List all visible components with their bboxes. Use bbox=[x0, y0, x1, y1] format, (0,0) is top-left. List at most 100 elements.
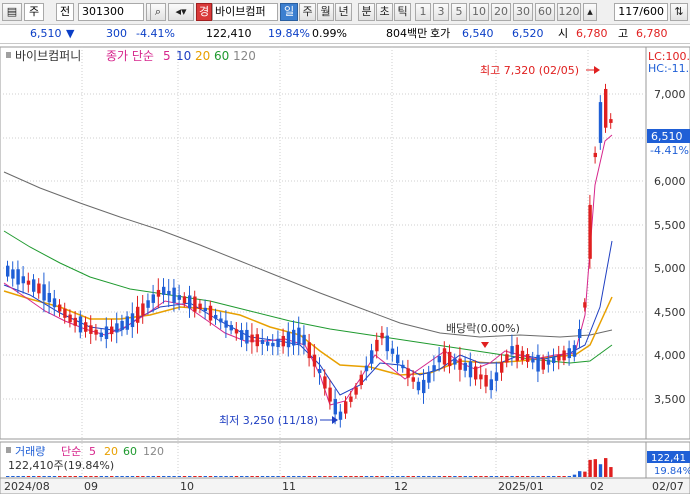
candle-body bbox=[26, 280, 31, 285]
candle-body bbox=[390, 348, 395, 354]
volume-bar bbox=[396, 476, 400, 477]
candle-body bbox=[260, 339, 265, 344]
x-tick: 12 bbox=[394, 480, 408, 493]
volume-legend-ma20: 20 bbox=[104, 445, 118, 458]
chart-svg[interactable]: 바이브컴퍼니 종가 단순 5 10 20 60 120 LC:100. HC:-… bbox=[0, 45, 690, 494]
volume-bar bbox=[229, 476, 233, 477]
interval-spin-icon[interactable]: ▴ bbox=[583, 3, 597, 21]
volume-bar bbox=[401, 476, 405, 477]
candle-body bbox=[396, 354, 400, 364]
interval-3-button[interactable]: 3 bbox=[433, 3, 449, 21]
candle-body bbox=[344, 401, 348, 414]
volume-bar bbox=[598, 464, 603, 477]
candle-body bbox=[531, 358, 535, 363]
panel-handle-icon[interactable] bbox=[6, 52, 11, 58]
market-type-select[interactable]: 주 bbox=[24, 3, 44, 21]
candle-body bbox=[526, 354, 530, 362]
interval-10-button[interactable]: 10 bbox=[469, 3, 489, 21]
volume-bar bbox=[552, 476, 556, 477]
period-day-button[interactable]: 일 bbox=[280, 3, 298, 21]
legend-stock-name: 바이브컴퍼니 bbox=[15, 49, 81, 63]
price-axis bbox=[645, 46, 690, 440]
interval-120-button[interactable]: 120 bbox=[557, 3, 581, 21]
candle-body bbox=[380, 332, 384, 339]
candle-body bbox=[489, 379, 493, 391]
y-tick: 3,500 bbox=[654, 393, 686, 406]
volume-bar bbox=[214, 476, 218, 477]
date-axis bbox=[0, 477, 690, 494]
volume-bar bbox=[526, 476, 530, 477]
y-tick: 4,500 bbox=[654, 306, 686, 319]
interval-5-button[interactable]: 5 bbox=[451, 3, 467, 21]
volume-bar bbox=[99, 476, 103, 477]
volume-bar bbox=[318, 476, 322, 477]
data-count-input[interactable]: 117/600 bbox=[614, 3, 668, 21]
period-tick-button[interactable]: 틱 bbox=[394, 3, 411, 21]
volume-bar bbox=[21, 476, 25, 477]
quote-bar: 6,510 ▼ 300 -4.41% 122,410 19.84% 0.99% … bbox=[0, 25, 690, 44]
volume-bar bbox=[505, 476, 509, 477]
candle-body bbox=[411, 377, 415, 382]
period-week-button[interactable]: 주 bbox=[299, 3, 316, 21]
legend-ma120: 120 bbox=[233, 49, 256, 63]
search-icon[interactable]: ⌕ bbox=[150, 3, 166, 21]
candle-body bbox=[364, 365, 369, 372]
stock-code-input[interactable]: 301300 bbox=[78, 3, 144, 21]
volume-bar bbox=[16, 476, 20, 477]
volume-bar bbox=[245, 476, 249, 477]
interval-1-button[interactable]: 1 bbox=[415, 3, 431, 21]
period-minute-button[interactable]: 분 bbox=[358, 3, 375, 21]
x-tick: 2025/01 bbox=[498, 480, 544, 493]
candle-body bbox=[203, 307, 207, 312]
speaker-icon[interactable]: ◂▾ bbox=[168, 3, 194, 21]
chart-area[interactable]: 바이브컴퍼니 종가 단순 5 10 20 60 120 LC:100. HC:-… bbox=[0, 45, 690, 494]
volume-bar bbox=[286, 476, 291, 477]
volume-bar bbox=[338, 476, 343, 477]
toolbar: ▤ 주 전 301300 ▾ ⌕ ◂▾ 경 바이브컴퍼 일 주 월 년 분 초 … bbox=[0, 0, 690, 25]
period-year-button[interactable]: 년 bbox=[335, 3, 352, 21]
volume-value: 122,410 bbox=[206, 27, 252, 40]
volume-tag: 122,41 bbox=[651, 453, 686, 464]
period-second-button[interactable]: 초 bbox=[376, 3, 393, 21]
candle-body bbox=[208, 305, 213, 321]
volume-bar bbox=[260, 476, 265, 477]
volume-bar bbox=[292, 476, 296, 477]
stock-search-icon[interactable]: ▤ bbox=[2, 3, 22, 21]
interval-60-button[interactable]: 60 bbox=[535, 3, 555, 21]
legend-ma-label: 종가 단순 bbox=[106, 49, 154, 63]
candle-body bbox=[6, 265, 10, 277]
volume-bar bbox=[302, 476, 306, 477]
volume-panel-handle-icon[interactable] bbox=[6, 447, 11, 453]
candle-body bbox=[323, 376, 327, 389]
volume-bar bbox=[63, 476, 67, 477]
volume-bar bbox=[141, 476, 145, 477]
candle-body bbox=[182, 296, 187, 304]
market-type2-select[interactable]: 전 bbox=[56, 3, 74, 21]
volume-bar bbox=[240, 476, 244, 477]
interval-30-button[interactable]: 30 bbox=[513, 3, 533, 21]
candle-body bbox=[318, 368, 322, 374]
volume-bar bbox=[333, 476, 337, 477]
interval-20-button[interactable]: 20 bbox=[491, 3, 511, 21]
volume-bar bbox=[453, 476, 457, 477]
candle-body bbox=[162, 286, 166, 295]
candle-body bbox=[52, 298, 57, 308]
candle-body bbox=[583, 302, 587, 308]
candle-body bbox=[546, 359, 551, 365]
y-tick: 4,000 bbox=[654, 349, 686, 362]
volume-bar bbox=[312, 476, 317, 477]
candle-body bbox=[359, 374, 363, 385]
candle-body bbox=[130, 313, 135, 328]
volume-bar bbox=[146, 476, 150, 477]
candle-body bbox=[193, 296, 197, 312]
volume-bar bbox=[203, 476, 207, 477]
volume-bar bbox=[224, 476, 228, 477]
volume-bar bbox=[167, 476, 171, 477]
volume-bar bbox=[562, 476, 566, 477]
candle-body bbox=[354, 387, 358, 395]
period-month-button[interactable]: 월 bbox=[317, 3, 334, 21]
count-stepper-icon[interactable]: ⇅ bbox=[670, 3, 688, 21]
change-percent: -4.41% bbox=[136, 27, 175, 40]
candle-body bbox=[333, 399, 337, 415]
volume-bar bbox=[536, 476, 540, 477]
